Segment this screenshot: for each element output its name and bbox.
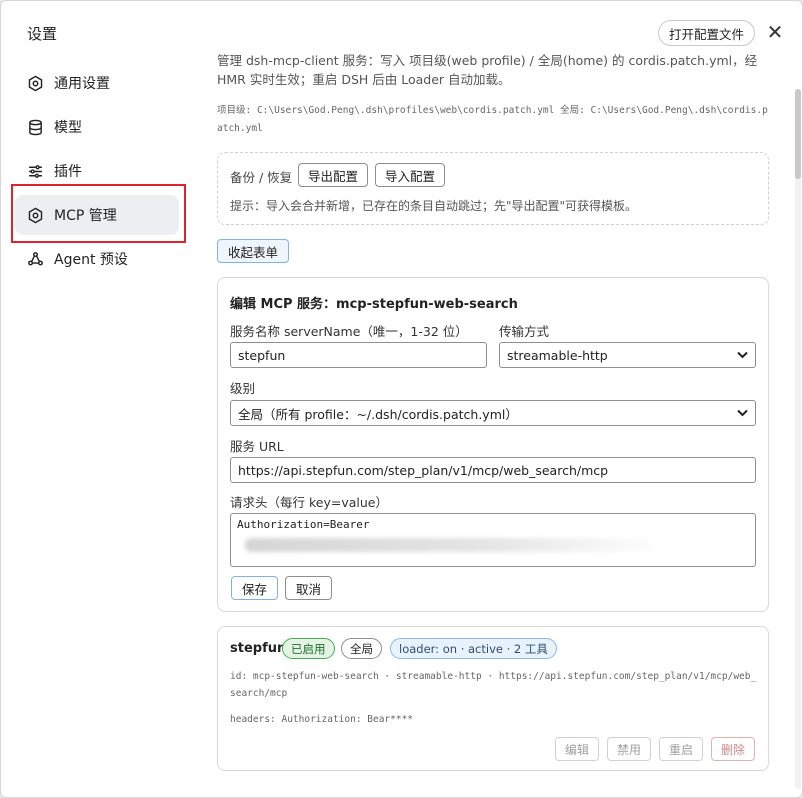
sidebar-item-mcp[interactable]: MCP 管理 <box>15 195 179 235</box>
server-name-label: 服务名称 serverName（唯一，1-32 位） <box>230 324 468 339</box>
edit-button[interactable]: 编辑 <box>555 737 600 761</box>
sidebar-item-plugins[interactable]: 插件 <box>15 151 179 191</box>
scrollbar-thumb[interactable] <box>795 89 801 179</box>
sidebar-item-general[interactable]: 通用设置 <box>15 63 179 103</box>
headers-label: 请求头（每行 key=value） <box>230 495 388 510</box>
chevron-down-icon <box>737 349 748 362</box>
url-input[interactable] <box>230 457 756 483</box>
loader-badge: loader: on · active · 2 工具 <box>390 638 557 659</box>
config-paths: 项目级: C:\Users\God.Peng\.dsh\profiles\web… <box>217 105 768 134</box>
server-name: stepfun <box>230 641 287 656</box>
backup-label: 备份 / 恢复 <box>230 170 293 185</box>
main-panel: 打开配置文件 ✕ 管理 dsh-mcp-client 服务：写入 项目级(web… <box>197 1 802 797</box>
sidebar-title: 设置 <box>27 25 58 43</box>
scope-badge: 全局 <box>341 638 382 659</box>
settings-dialog: 设置 通用设置 模型 插件 MCP 管理 Agent 预设 打开配置文件 ✕ 管… <box>0 0 803 798</box>
open-config-button[interactable]: 打开配置文件 <box>658 20 756 46</box>
mcp-description: 管理 dsh-mcp-client 服务：写入 项目级(web profile)… <box>217 53 758 87</box>
export-config-button[interactable]: 导出配置 <box>298 163 369 187</box>
cancel-button[interactable]: 取消 <box>285 576 333 600</box>
server-name-input[interactable] <box>230 342 487 368</box>
restart-button[interactable]: 重启 <box>659 737 704 761</box>
save-button[interactable]: 保存 <box>231 576 279 600</box>
server-meta: id: mcp-stepfun-web-search · streamable-… <box>230 671 757 699</box>
collapse-form-button[interactable]: 收起表单 <box>217 239 290 263</box>
scope-value: 全局（所有 profile：~/.dsh/cordis.patch.yml） <box>238 406 518 422</box>
database-icon <box>26 118 44 136</box>
scope-label: 级别 <box>230 381 256 396</box>
form-title: 编辑 MCP 服务：mcp-stepfun-web-search <box>230 297 518 312</box>
sidebar-item-label: 通用设置 <box>54 76 110 92</box>
sidebar-item-label: 模型 <box>54 120 82 136</box>
nodes-icon <box>26 250 44 268</box>
transport-select[interactable]: streamable-http <box>499 342 756 368</box>
edit-form: 编辑 MCP 服务：mcp-stepfun-web-search 服务名称 se… <box>217 277 769 612</box>
delete-button[interactable]: 删除 <box>711 737 756 761</box>
sliders-icon <box>26 162 44 180</box>
gear-icon <box>26 206 44 224</box>
close-icon[interactable]: ✕ <box>763 21 787 45</box>
chevron-down-icon <box>737 407 748 420</box>
server-card: stepfun 已启用 全局 loader: on · active · 2 工… <box>217 626 769 771</box>
server-headers: headers: Authorization: Bear**** <box>230 714 414 725</box>
url-label: 服务 URL <box>230 439 284 454</box>
headers-text: Authorization=Bearer <box>237 518 370 531</box>
disable-button[interactable]: 禁用 <box>607 737 652 761</box>
sidebar-item-label: MCP 管理 <box>54 208 117 224</box>
sidebar-item-agent-presets[interactable]: Agent 预设 <box>15 239 179 279</box>
redacted-token <box>245 538 665 552</box>
status-badge: 已启用 <box>282 638 335 659</box>
sidebar: 设置 通用设置 模型 插件 MCP 管理 Agent 预设 <box>1 1 197 797</box>
transport-value: streamable-http <box>507 347 608 363</box>
scope-select[interactable]: 全局（所有 profile：~/.dsh/cordis.patch.yml） <box>230 400 756 426</box>
headers-textarea[interactable]: Authorization=Bearer <box>230 513 756 567</box>
transport-label: 传输方式 <box>499 324 550 339</box>
sidebar-item-models[interactable]: 模型 <box>15 107 179 147</box>
gear-icon <box>26 74 44 92</box>
import-config-button[interactable]: 导入配置 <box>375 163 446 187</box>
backup-hint: 提示：导入会合并新增，已存在的条目自动跳过；先"导出配置"可获得模板。 <box>230 199 638 213</box>
sidebar-item-label: 插件 <box>54 164 82 180</box>
sidebar-item-label: Agent 预设 <box>54 252 128 268</box>
scrollbar-track[interactable] <box>795 89 801 789</box>
backup-section: 备份 / 恢复 导出配置 导入配置 提示：导入会合并新增，已存在的条目自动跳过；… <box>217 152 769 225</box>
